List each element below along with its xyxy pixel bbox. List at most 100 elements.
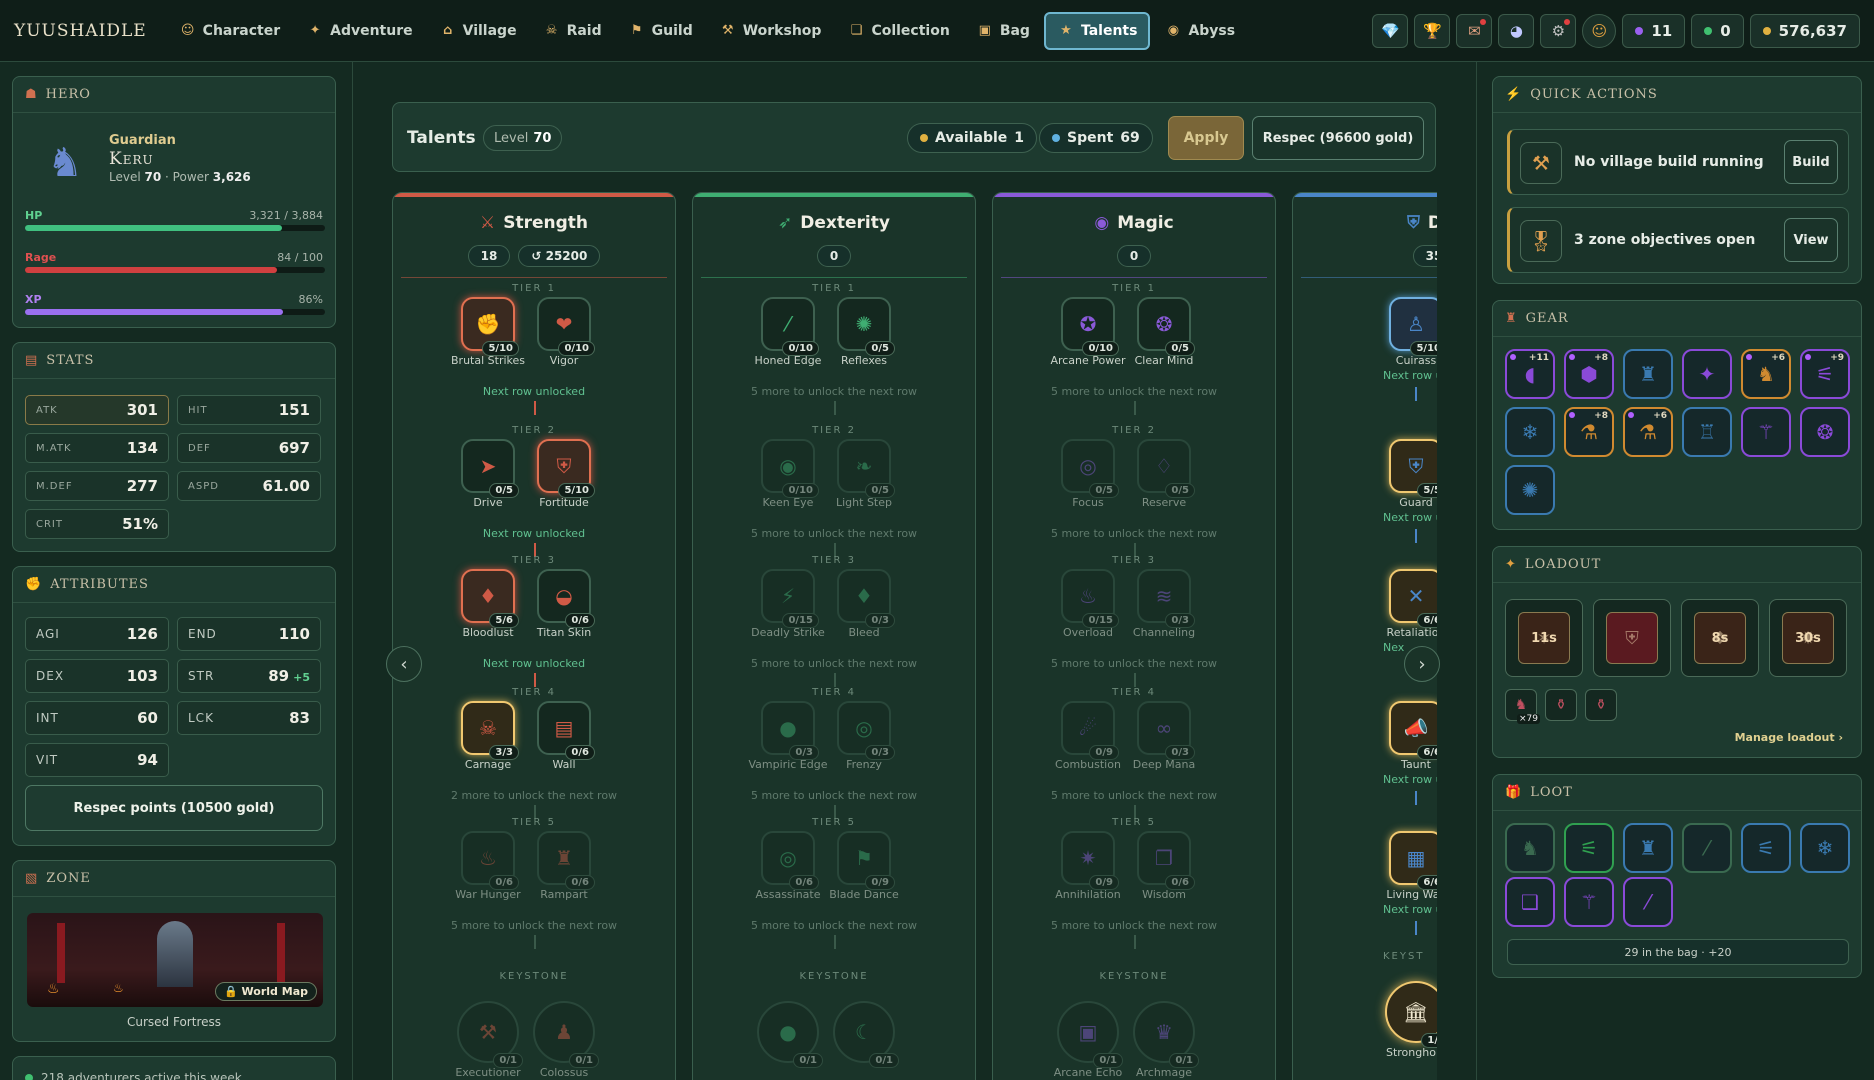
stat-lck: LCK 83 — [177, 701, 321, 735]
loot-item[interactable]: ⚚ — [1564, 877, 1614, 927]
talent-vampiric-edge[interactable]: ● 0/3 — [761, 701, 819, 760]
loot-item-icon: ⚟ — [1580, 836, 1598, 860]
tree-accent-bar — [993, 193, 1275, 197]
loot-item[interactable]: ⚟ — [1564, 823, 1614, 873]
gear-slot[interactable]: ❄ — [1505, 407, 1555, 457]
gold-counter[interactable]: 576,637 — [1749, 14, 1860, 48]
loot-item[interactable]: ⁄ — [1682, 823, 1732, 873]
talent-deadly-strike[interactable]: ⚡ 0/15 — [761, 569, 819, 628]
zone-image[interactable]: ♨ ♨ 🔒 World Map — [27, 913, 323, 1007]
keystone-locked-1[interactable]: ☾ 0/1 — [833, 1001, 899, 1068]
keystone-arcane-echo[interactable]: ▣ 0/1 — [1057, 1001, 1123, 1068]
talent-vigor[interactable]: ❤ 0/10 — [537, 297, 595, 356]
stat-dex: DEX 103 — [25, 659, 169, 693]
talent-living-wall[interactable]: ▦6/6 — [1389, 831, 1437, 890]
mail-icon[interactable]: ✉ — [1456, 14, 1493, 48]
skill-slot[interactable]: ⛨ — [1593, 599, 1671, 677]
talent-assassinate[interactable]: ◎ 0/6 — [761, 831, 819, 890]
talent-rampart[interactable]: ♜ 0/6 — [537, 831, 595, 890]
keystone-archmage[interactable]: ♛ 0/1 — [1133, 1001, 1199, 1068]
loot-item[interactable]: ♜ — [1623, 823, 1673, 873]
stat-key: INT — [36, 711, 59, 725]
consumable-slot[interactable]: ⚱ — [1585, 689, 1617, 721]
talent-guard[interactable]: ⛨5/5 — [1389, 439, 1437, 498]
talent-clear-mind[interactable]: ❂ 0/5 — [1137, 297, 1195, 356]
gear-slot[interactable]: ⬢ +8 — [1564, 349, 1614, 399]
loot-header: 🎁 LOOT — [1493, 775, 1861, 811]
talent-keen-eye[interactable]: ◉ 0/10 — [761, 439, 819, 498]
gear-slot[interactable]: ◖ +11 — [1505, 349, 1555, 399]
avatar[interactable]: ☺ — [1582, 14, 1617, 48]
talent-war-hunger[interactable]: ♨ 0/6 — [461, 831, 519, 890]
skill-slot[interactable]: ❖ 8s — [1681, 599, 1759, 677]
talent-focus[interactable]: ◎ 0/5 — [1061, 439, 1119, 498]
loot-item[interactable]: ⚟ — [1741, 823, 1791, 873]
manage-loadout-link[interactable]: Manage loadout › — [1735, 731, 1843, 744]
talent-retaliation[interactable]: ✕6/6 — [1389, 569, 1437, 628]
gear-upgrade-level: +8 — [1594, 353, 1608, 363]
keystone-stronghold[interactable]: 🏛1/1 — [1385, 981, 1437, 1048]
talent-bloodlust[interactable]: ♦ 5/6 — [461, 569, 519, 628]
loot-item[interactable]: ⁄ — [1623, 877, 1673, 927]
talent-blade-dance[interactable]: ⚑ 0/9 — [837, 831, 895, 890]
consumable-slot[interactable]: ♞ ×79 — [1505, 689, 1540, 724]
talent-reserve[interactable]: ♢ 0/5 — [1137, 439, 1195, 498]
quick-action-button[interactable]: Build — [1784, 140, 1838, 184]
keystone-colossus[interactable]: ♟ 0/1 — [533, 1001, 599, 1068]
hero-portrait[interactable]: ♞ — [35, 133, 95, 193]
talent-overload[interactable]: ♨ 0/15 — [1061, 569, 1119, 628]
gear-slot[interactable]: ♞ +6 — [1741, 349, 1791, 399]
quick-action-button[interactable]: View — [1784, 218, 1838, 262]
gear-slot[interactable]: ⚚ — [1741, 407, 1791, 457]
keystone-icon: ♟ — [555, 1020, 573, 1044]
talent-light-step[interactable]: ❧ 0/5 — [837, 439, 895, 498]
talent-cuirass[interactable]: ♙5/10 — [1389, 297, 1437, 356]
world-map-button[interactable]: 🔒 World Map — [215, 982, 317, 1001]
game-logo[interactable]: YUUSHAIDLE — [14, 21, 147, 41]
talent-arcane-power[interactable]: ✪ 0/10 — [1061, 297, 1119, 356]
skill-slot[interactable]: ✶ 11s — [1505, 599, 1583, 677]
nav-character[interactable]: ☺ Character — [167, 13, 292, 49]
gear-slot[interactable]: ⚗ +8 — [1564, 407, 1614, 457]
tree-title: ⛨ Def — [1293, 213, 1437, 233]
gear-slot[interactable]: ✦ — [1682, 349, 1732, 399]
talent-wisdom[interactable]: ❐ 0/6 — [1137, 831, 1195, 890]
settings-icon[interactable]: ⚙ — [1540, 14, 1577, 48]
discord-icon[interactable]: ◕ — [1498, 14, 1535, 48]
shard-counter[interactable]: 11 — [1622, 14, 1686, 48]
gear-slot[interactable]: ⚗ +6 — [1623, 407, 1673, 457]
talent-reflexes[interactable]: ✺ 0/5 — [837, 297, 895, 356]
talent-combustion[interactable]: ☄ 0/9 — [1061, 701, 1119, 760]
talent-taunt[interactable]: 📣6/6 — [1389, 701, 1437, 760]
scroll-left-button[interactable]: ‹ — [386, 646, 422, 682]
respec-points-button[interactable]: Respec points (10500 gold) — [25, 785, 323, 831]
consumable-slot[interactable]: ⚱ — [1545, 689, 1577, 721]
gear-slot[interactable]: ✺ — [1505, 465, 1555, 515]
talent-channeling[interactable]: ≋ 0/3 — [1137, 569, 1195, 628]
skill-slot[interactable]: ✹ 30s — [1769, 599, 1847, 677]
gear-slot[interactable]: ♖ — [1682, 407, 1732, 457]
rage-value: 84 / 100 — [277, 251, 323, 264]
talent-wall[interactable]: ▤ 0/6 — [537, 701, 595, 760]
keystone-executioner[interactable]: ⚒ 0/1 — [457, 1001, 523, 1068]
gear-slot[interactable]: ♜ — [1623, 349, 1673, 399]
talent-fortitude[interactable]: ⛨ 5/10 — [537, 439, 595, 498]
talent-carnage[interactable]: ☠ 3/3 — [461, 701, 519, 760]
talent-annihilation[interactable]: ✷ 0/9 — [1061, 831, 1119, 890]
token-counter[interactable]: 0 — [1691, 14, 1744, 48]
talent-bleed[interactable]: ♦ 0/3 — [837, 569, 895, 628]
talent-deep-mana[interactable]: ∞ 0/3 — [1137, 701, 1195, 760]
talent-brutal-strikes[interactable]: ✊ 5/10 — [461, 297, 519, 356]
loot-item[interactable]: ❄ — [1800, 823, 1850, 873]
loot-item[interactable]: ❑ — [1505, 877, 1555, 927]
scroll-right-button[interactable]: › — [1404, 646, 1440, 682]
talent-frenzy[interactable]: ◎ 0/3 — [837, 701, 895, 760]
gear-slot[interactable]: ⚟ +9 — [1800, 349, 1850, 399]
talent-honed-edge[interactable]: ⁄ 0/10 — [761, 297, 819, 356]
keystone-locked-0[interactable]: ● 0/1 — [757, 1001, 823, 1068]
loot-item[interactable]: ♞ — [1505, 823, 1555, 873]
talent-titan-skin[interactable]: ◒ 0/6 — [537, 569, 595, 628]
gear-slot[interactable]: ❂ — [1800, 407, 1850, 457]
talent-drive[interactable]: ➤ 0/5 — [461, 439, 519, 498]
socket-gem-icon — [1569, 412, 1575, 418]
